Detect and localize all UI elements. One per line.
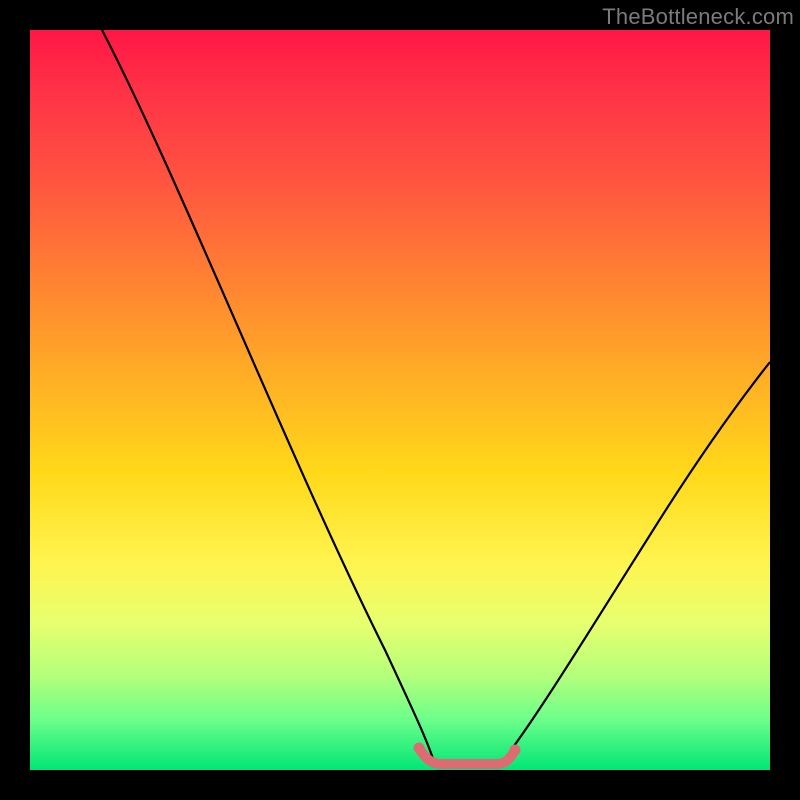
marker-dot-left (414, 743, 425, 754)
curve-layer (30, 30, 770, 770)
plot-area (30, 30, 770, 770)
marker-dot-right (510, 745, 521, 756)
watermark-label: TheBottleneck.com (602, 4, 794, 30)
chart-frame: TheBottleneck.com (0, 0, 800, 800)
marker-band (419, 748, 515, 764)
curve-left (102, 30, 434, 762)
curve-right (502, 362, 770, 762)
